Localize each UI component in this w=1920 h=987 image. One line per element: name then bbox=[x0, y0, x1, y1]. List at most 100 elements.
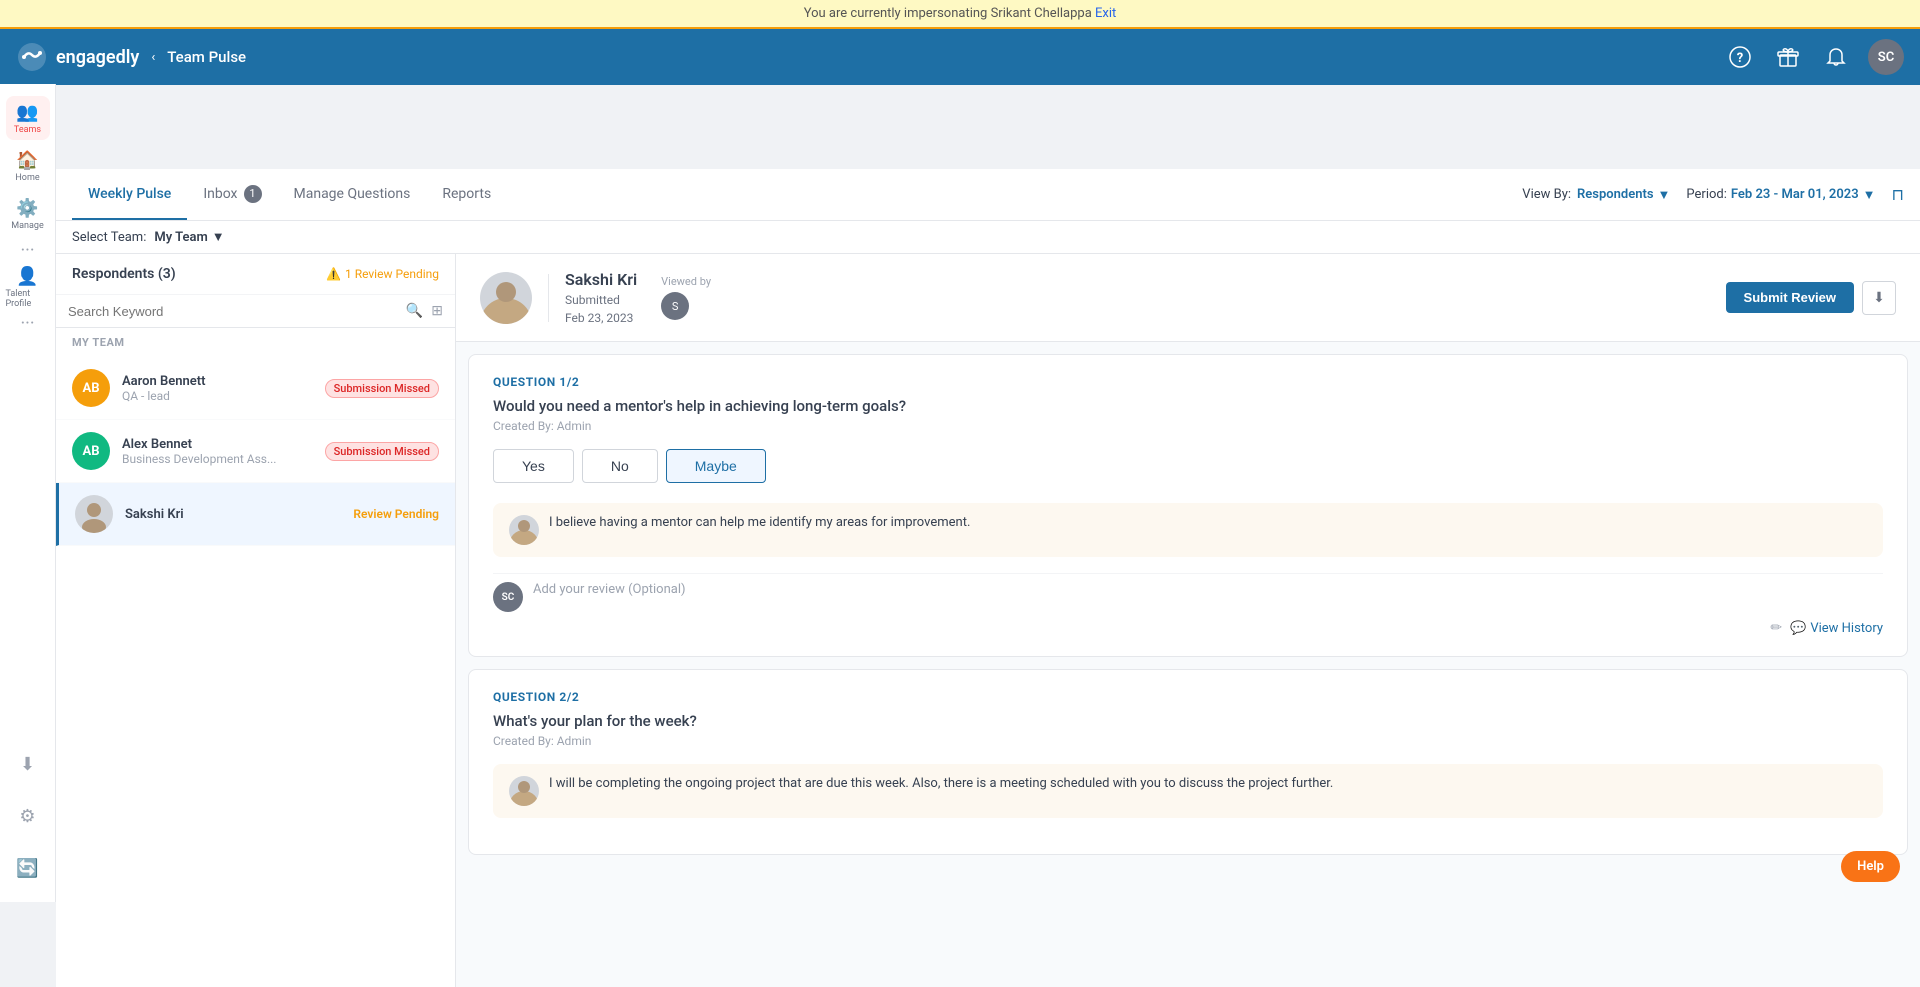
team-section-label: MY TEAM bbox=[56, 328, 455, 357]
review-input-area: SC Add your review (Optional) bbox=[493, 573, 1883, 612]
created-by-2: Created By: Admin bbox=[493, 734, 1883, 748]
sidebar-more-icon[interactable]: ··· bbox=[20, 240, 34, 261]
bubble-text-2: I will be completing the ongoing project… bbox=[549, 776, 1333, 791]
question-card-1: QUESTION 1/2 Would you need a mentor's h… bbox=[468, 354, 1908, 657]
question-label-2: QUESTION 2/2 bbox=[493, 690, 1883, 704]
impersonation-exit-link[interactable]: Exit bbox=[1095, 6, 1116, 21]
sidebar-item-manage[interactable]: ⚙️ Manage bbox=[6, 192, 50, 236]
respondent-photo bbox=[480, 272, 532, 324]
team-select-label: Select Team: bbox=[72, 230, 146, 245]
filter-sm-icon[interactable]: ⊞ bbox=[431, 303, 443, 319]
status-badge: Review Pending bbox=[353, 507, 439, 521]
sidebar-engagedly-icon[interactable]: 🔄 bbox=[6, 846, 50, 890]
edit-icon[interactable]: ✏ bbox=[1770, 620, 1782, 636]
home-icon: 🏠 bbox=[16, 150, 38, 171]
respondent-header-card: Sakshi Kri Submitted Feb 23, 2023 Viewed… bbox=[456, 254, 1920, 342]
view-by-dropdown[interactable]: Respondents ▼ bbox=[1577, 187, 1670, 203]
talent-icon: 👤 bbox=[16, 266, 38, 287]
sidebar-item-talent[interactable]: 👤 Talent Profile bbox=[6, 265, 50, 309]
viewed-by-avatars: S bbox=[661, 292, 711, 320]
view-by-label: View By: bbox=[1522, 187, 1571, 202]
respondent-name: Alex Bennet bbox=[122, 437, 313, 452]
sub-nav-right: View By: Respondents ▼ Period: Feb 23 - … bbox=[1522, 185, 1904, 204]
help-icon[interactable]: ? bbox=[1724, 41, 1756, 73]
impersonation-banner: You are currently impersonating Srikant … bbox=[0, 0, 1920, 29]
bubble-text-1: I believe having a mentor can help me id… bbox=[549, 515, 970, 530]
answer-btn-maybe[interactable]: Maybe bbox=[666, 449, 766, 483]
tab-manage-questions[interactable]: Manage Questions bbox=[278, 169, 427, 220]
submitted-date: Feb 23, 2023 bbox=[565, 311, 637, 325]
logo[interactable]: engagedly bbox=[16, 41, 139, 73]
sidebar-item-home[interactable]: 🏠 Home bbox=[6, 144, 50, 188]
view-by-chevron-icon: ▼ bbox=[1658, 187, 1671, 203]
respondent-info: Aaron Bennett QA - lead bbox=[122, 374, 313, 403]
filter-icon[interactable]: ⊓ bbox=[1892, 185, 1904, 204]
respondent-role: Business Development Ass... bbox=[122, 452, 313, 466]
respondent-list: AB Aaron Bennett QA - lead Submission Mi… bbox=[56, 357, 455, 987]
tab-reports[interactable]: Reports bbox=[426, 169, 507, 220]
tab-inbox[interactable]: Inbox 1 bbox=[187, 169, 277, 220]
sidebar-download-icon[interactable]: ⬇ bbox=[6, 742, 50, 786]
settings-icon: ⚙ bbox=[19, 806, 35, 827]
viewed-by-section: Viewed by S bbox=[661, 275, 711, 320]
reviewer-avatar: SC bbox=[493, 582, 523, 612]
submitted-label: Submitted bbox=[565, 293, 637, 307]
question-card-2: QUESTION 2/2 What's your plan for the we… bbox=[468, 669, 1908, 855]
respondent-item[interactable]: AB Alex Bennet Business Development Ass.… bbox=[56, 420, 455, 483]
team-selector: Select Team: My Team ▼ bbox=[72, 229, 1904, 245]
sidebar-bottom: ⬇ ⚙ 🔄 bbox=[6, 742, 50, 890]
avatar: AB bbox=[72, 432, 110, 470]
user-avatar[interactable]: SC bbox=[1868, 39, 1904, 75]
period-dropdown[interactable]: Feb 23 - Mar 01, 2023 ▼ bbox=[1731, 187, 1876, 203]
period-label: Period: bbox=[1686, 187, 1726, 202]
review-actions-row: ✏ 💬 View History bbox=[493, 620, 1883, 636]
view-by-value: Respondents bbox=[1577, 187, 1654, 202]
top-nav-left: engagedly ‹ Team Pulse bbox=[16, 41, 246, 73]
bubble-avatar-1 bbox=[509, 515, 539, 545]
created-by-1: Created By: Admin bbox=[493, 419, 1883, 433]
team-selector-bar: Select Team: My Team ▼ bbox=[56, 221, 1920, 254]
help-button[interactable]: Help bbox=[1841, 851, 1900, 882]
gifts-icon[interactable] bbox=[1772, 41, 1804, 73]
divider bbox=[548, 274, 549, 322]
download-button[interactable]: ⬇ bbox=[1862, 281, 1896, 315]
review-pending-badge: ⚠️ 1 Review Pending bbox=[326, 267, 439, 281]
avatar: AB bbox=[72, 369, 110, 407]
logo-text: engagedly bbox=[56, 47, 139, 68]
tab-weekly-pulse-label: Weekly Pulse bbox=[88, 186, 171, 202]
back-button[interactable]: ‹ bbox=[151, 50, 155, 65]
search-icon[interactable]: 🔍 bbox=[406, 303, 423, 319]
answer-btn-no[interactable]: No bbox=[582, 449, 658, 483]
warning-icon: ⚠️ bbox=[326, 267, 341, 281]
sidebar-settings-icon[interactable]: ⚙ bbox=[6, 794, 50, 838]
download-icon: ⬇ bbox=[20, 754, 35, 775]
sub-nav: Weekly Pulse Inbox 1 Manage Questions Re… bbox=[56, 169, 1920, 221]
notifications-icon[interactable] bbox=[1820, 41, 1852, 73]
respondent-item[interactable]: AB Aaron Bennett QA - lead Submission Mi… bbox=[56, 357, 455, 420]
team-select-value: My Team bbox=[154, 230, 207, 245]
tab-weekly-pulse[interactable]: Weekly Pulse bbox=[72, 169, 187, 220]
content-area: Respondents (3) ⚠️ 1 Review Pending 🔍 ⊞ … bbox=[56, 254, 1920, 987]
sidebar-item-teams[interactable]: 👥 Teams bbox=[6, 96, 50, 140]
review-input[interactable]: Add your review (Optional) bbox=[533, 582, 1883, 597]
tab-inbox-label: Inbox bbox=[203, 186, 237, 202]
status-badge: Submission Missed bbox=[325, 442, 439, 461]
view-history-button[interactable]: 💬 View History bbox=[1790, 621, 1883, 636]
period-chevron-icon: ▼ bbox=[1863, 187, 1876, 203]
help-label: Help bbox=[1857, 859, 1884, 874]
search-input[interactable] bbox=[68, 304, 398, 319]
answer-btn-yes[interactable]: Yes bbox=[493, 449, 574, 483]
review-pending-text: 1 Review Pending bbox=[345, 267, 439, 281]
tab-reports-label: Reports bbox=[442, 186, 491, 202]
back-chevron-icon: ‹ bbox=[151, 50, 155, 65]
respondent-item[interactable]: Sakshi Kri Review Pending bbox=[56, 483, 455, 546]
page-title: Team Pulse bbox=[167, 48, 246, 66]
team-select-dropdown[interactable]: My Team ▼ bbox=[154, 229, 224, 245]
tab-manage-questions-label: Manage Questions bbox=[294, 186, 411, 202]
period-section: Period: Feb 23 - Mar 01, 2023 ▼ bbox=[1686, 187, 1875, 203]
respondents-header: Respondents (3) ⚠️ 1 Review Pending bbox=[56, 254, 455, 295]
respondent-info: Alex Bennet Business Development Ass... bbox=[122, 437, 313, 466]
respondent-name: Aaron Bennett bbox=[122, 374, 313, 389]
sidebar-more2-icon[interactable]: ··· bbox=[20, 313, 34, 334]
submit-review-button[interactable]: Submit Review bbox=[1726, 282, 1854, 313]
